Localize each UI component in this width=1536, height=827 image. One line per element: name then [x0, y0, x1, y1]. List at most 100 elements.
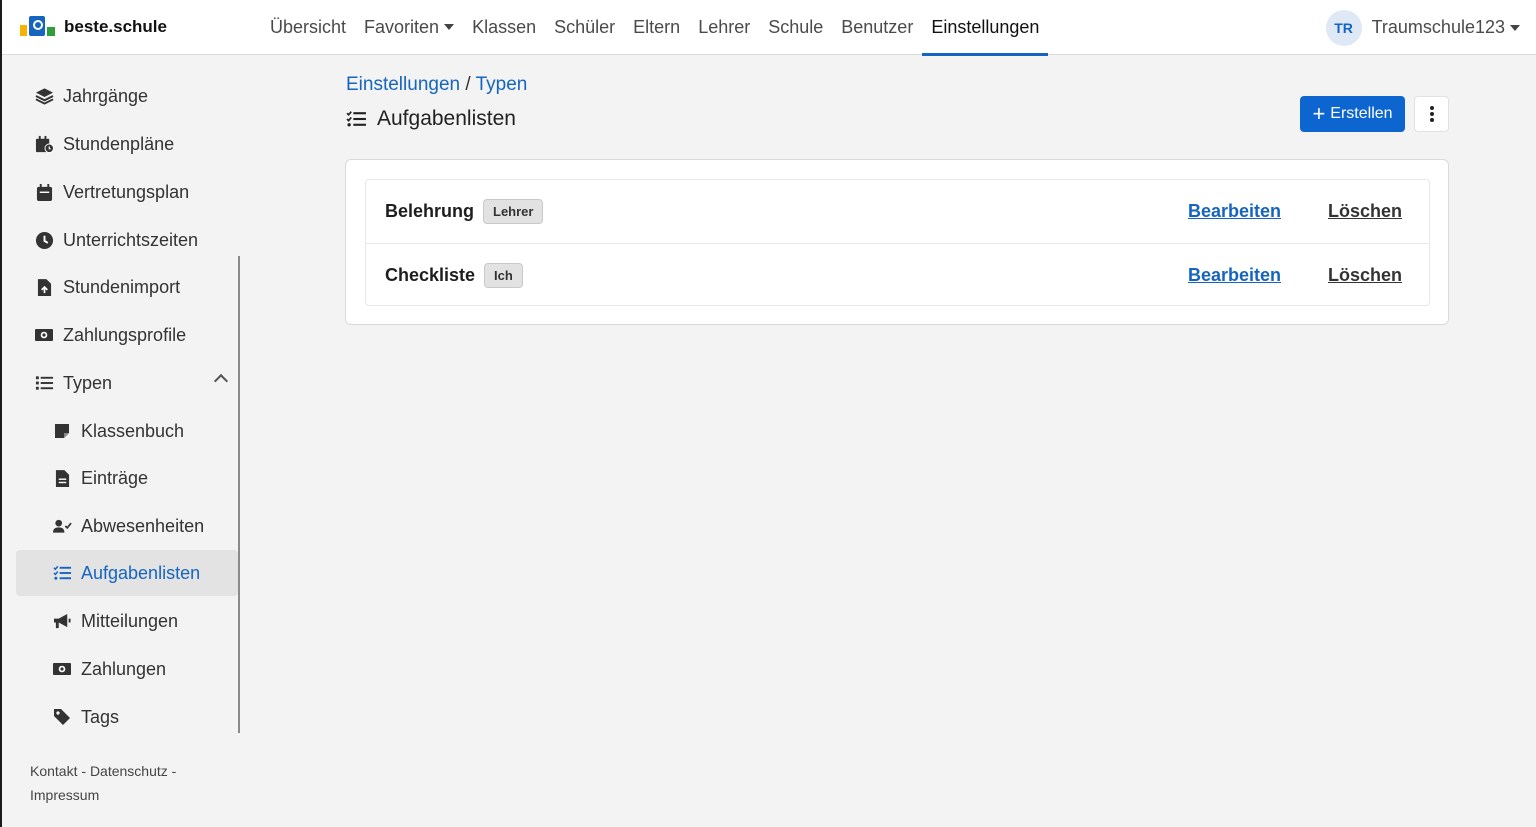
- calendar-clock-icon: [34, 134, 54, 154]
- footer-separator: -: [171, 763, 177, 779]
- nav-item-schule[interactable]: Schule: [759, 0, 832, 55]
- sidebar-item-jahrgaenge[interactable]: Jahrgänge: [16, 73, 238, 119]
- sidebar-item-label: Unterrichtszeiten: [63, 229, 199, 250]
- breadcrumb-separator: /: [465, 74, 471, 95]
- sidebar-item-label: Vertretungsplan: [63, 181, 190, 202]
- sidebar-item-eintraege[interactable]: Einträge: [16, 455, 238, 501]
- create-button[interactable]: + Erstellen: [1300, 96, 1405, 132]
- footer-link-impressum[interactable]: Impressum: [30, 787, 99, 803]
- user-check-icon: [52, 516, 72, 536]
- brand-link[interactable]: beste.schule: [20, 0, 167, 55]
- sidebar-item-stundenimport[interactable]: Stundenimport: [16, 264, 238, 310]
- list-item: Belehrung Lehrer Bearbeiten Löschen: [366, 180, 1429, 243]
- caret-down-icon: [444, 24, 455, 30]
- nav-label: Übersicht: [270, 16, 347, 37]
- kebab-icon: [1429, 106, 1434, 110]
- sidebar-item-klassenbuch[interactable]: Klassenbuch: [16, 408, 238, 454]
- delete-link[interactable]: Löschen: [1328, 265, 1402, 286]
- breadcrumb: Einstellungen / Typen: [346, 74, 527, 96]
- create-button-label: Erstellen: [1330, 105, 1393, 122]
- nav-item-klassen[interactable]: Klassen: [463, 0, 545, 55]
- nav-item-lehrer[interactable]: Lehrer: [689, 0, 759, 55]
- nav-label: Schüler: [554, 16, 616, 37]
- layers-icon: [34, 86, 54, 106]
- brand-logo-icon: [20, 16, 56, 38]
- nav-label: Lehrer: [698, 16, 751, 37]
- user-menu[interactable]: TR Traumschule123: [1325, 0, 1520, 55]
- aufgabenlisten-card: Belehrung Lehrer Bearbeiten Löschen Chec…: [345, 159, 1449, 325]
- sidebar-item-label: Zahlungsprofile: [63, 324, 187, 345]
- nav-item-eltern[interactable]: Eltern: [624, 0, 689, 55]
- footer-link-kontakt[interactable]: Kontakt: [30, 763, 77, 779]
- list-item-title: Checkliste: [385, 264, 476, 285]
- chevron-up-icon: [213, 373, 229, 389]
- sidebar-item-zahlungen[interactable]: Zahlungen: [16, 646, 238, 692]
- nav-label: Klassen: [472, 16, 537, 37]
- sidebar-item-label: Mitteilungen: [81, 610, 179, 631]
- page-title: Aufgabenlisten: [346, 107, 516, 131]
- nav-label: Favoriten: [364, 16, 440, 37]
- sidebar: Jahrgänge Stundenpläne Vertretungsplan U…: [2, 56, 242, 827]
- sidebar-item-label: Jahrgänge: [63, 85, 149, 106]
- note-icon: [52, 421, 72, 441]
- nav-item-schueler[interactable]: Schüler: [545, 0, 624, 55]
- top-navbar: beste.schule Übersicht Favoriten Klassen…: [2, 0, 1536, 56]
- sidebar-item-typen[interactable]: Typen: [16, 360, 238, 406]
- money-icon: [34, 325, 54, 345]
- footer-separator: -: [81, 763, 87, 779]
- megaphone-icon: [52, 611, 72, 631]
- main-nav: Übersicht Favoriten Klassen Schüler Elte…: [261, 0, 1049, 56]
- sidebar-item-vertretungsplan[interactable]: Vertretungsplan: [16, 169, 238, 215]
- nav-label: Schule: [768, 16, 824, 37]
- breadcrumb-link-typen[interactable]: Typen: [476, 74, 528, 95]
- nav-label: Eltern: [633, 16, 681, 37]
- sidebar-item-label: Aufgabenlisten: [81, 562, 201, 583]
- sidebar-item-abwesenheiten[interactable]: Abwesenheiten: [16, 503, 238, 549]
- nav-label: Einstellungen: [931, 16, 1040, 37]
- sidebar-divider: [238, 256, 240, 733]
- status-badge: Ich: [484, 262, 523, 288]
- sidebar-item-aufgabenlisten[interactable]: Aufgabenlisten: [16, 550, 238, 596]
- sidebar-item-unterrichtszeiten[interactable]: Unterrichtszeiten: [16, 217, 238, 263]
- sidebar-item-label: Zahlungen: [81, 658, 167, 679]
- calendar-icon: [34, 182, 54, 202]
- nav-label: Benutzer: [841, 16, 914, 37]
- tag-icon: [52, 707, 72, 727]
- nav-item-favoriten[interactable]: Favoriten: [355, 0, 463, 55]
- nav-item-einstellungen[interactable]: Einstellungen: [922, 0, 1049, 56]
- brand-name: beste.schule: [64, 17, 167, 36]
- list-item: Checkliste Ich Bearbeiten Löschen: [366, 243, 1429, 306]
- edit-link[interactable]: Bearbeiten: [1188, 201, 1281, 222]
- sidebar-item-zahlungsprofile[interactable]: Zahlungsprofile: [16, 312, 238, 358]
- money-icon: [52, 659, 72, 679]
- list-item-title: Belehrung: [385, 201, 475, 221]
- delete-link[interactable]: Löschen: [1328, 201, 1402, 222]
- nav-item-uebersicht[interactable]: Übersicht: [261, 0, 355, 55]
- sidebar-item-label: Stundenpläne: [63, 133, 175, 154]
- nav-item-benutzer[interactable]: Benutzer: [832, 0, 922, 55]
- sidebar-item-label: Abwesenheiten: [81, 515, 205, 536]
- footer-link-datenschutz[interactable]: Datenschutz: [90, 763, 168, 779]
- checklist-icon: [52, 563, 72, 583]
- sidebar-item-mitteilungen[interactable]: Mitteilungen: [16, 598, 238, 644]
- user-name: Traumschule123: [1371, 17, 1505, 37]
- sidebar-item-tags[interactable]: Tags: [16, 694, 238, 740]
- edit-link[interactable]: Bearbeiten: [1188, 265, 1281, 286]
- file-text-icon: [52, 468, 72, 488]
- sidebar-item-label: Klassenbuch: [81, 420, 185, 441]
- breadcrumb-link-einstellungen[interactable]: Einstellungen: [346, 74, 460, 95]
- sidebar-item-label: Stundenimport: [63, 276, 181, 297]
- sidebar-item-label: Einträge: [81, 467, 149, 488]
- more-options-button[interactable]: [1414, 96, 1449, 132]
- checklist-icon: [346, 108, 368, 130]
- file-upload-icon: [34, 277, 54, 297]
- caret-down-icon: [1510, 24, 1520, 31]
- avatar: TR: [1325, 9, 1362, 46]
- clock-icon: [34, 230, 54, 250]
- sidebar-item-label: Tags: [81, 706, 120, 727]
- status-badge: Lehrer: [483, 199, 544, 224]
- plus-icon: +: [1312, 101, 1326, 126]
- sidebar-item-stundenplaene[interactable]: Stundenpläne: [16, 121, 238, 167]
- aufgabenlisten-list: Belehrung Lehrer Bearbeiten Löschen Chec…: [365, 179, 1430, 306]
- page-title-text: Aufgabenlisten: [377, 107, 516, 130]
